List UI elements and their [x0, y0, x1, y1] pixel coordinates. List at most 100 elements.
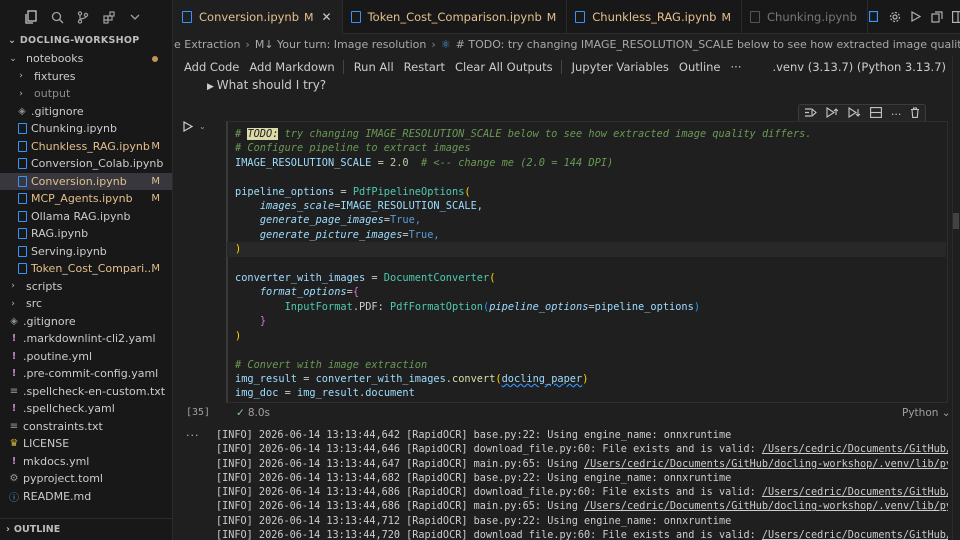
details-summary[interactable]: ▶ What should I try? [207, 78, 326, 92]
notebook-icon [16, 123, 28, 135]
file-item[interactable]: ⓘ README.md [0, 488, 172, 506]
folder-item[interactable]: › output [0, 85, 172, 103]
modified-dot-icon [152, 55, 158, 62]
run-by-line-icon[interactable] [804, 107, 817, 121]
gear-icon[interactable] [889, 11, 901, 23]
text-file-icon: ≡ [9, 420, 19, 432]
tab-chunkless-rag[interactable]: Chunkless_RAG.ipynb M [567, 0, 742, 34]
tree-item-label: output [34, 87, 71, 101]
source-control-icon[interactable] [76, 10, 90, 24]
chevron-down-icon[interactable]: ⌄ [199, 122, 206, 131]
restart-button[interactable]: Restart [404, 60, 445, 74]
yaml-icon: ! [11, 368, 17, 380]
jupyter-variables-button[interactable]: Jupyter Variables [572, 60, 669, 74]
tab-conversion[interactable]: Conversion.ipynb M ✕ [174, 0, 343, 34]
folder-item[interactable]: › fixtures [0, 68, 172, 86]
tab-chunking[interactable]: Chunking.ipynb [742, 0, 868, 34]
file-item[interactable]: MCP_Agents.ipynb M [0, 190, 172, 208]
modified-badge: M [151, 175, 160, 187]
output-line: [INFO] 2026-06-14 13:13:44,712 [RapidOCR… [216, 515, 732, 527]
search-icon[interactable] [50, 10, 64, 24]
execute-below-icon[interactable] [848, 106, 861, 121]
folder-item[interactable]: ⌄ notebooks [0, 50, 172, 68]
file-path-link[interactable]: /Users/cedric/Documents/GitHub/docling [762, 444, 948, 455]
file-path-link[interactable]: /Users/cedric/Documents/GitHub/docling-w… [584, 459, 948, 470]
file-item[interactable]: Serving.ipynb [0, 243, 172, 261]
file-item[interactable]: Ollama RAG.ipynb [0, 208, 172, 226]
folder-item[interactable]: › src [0, 295, 172, 313]
file-item[interactable]: RAG.ipynb [0, 225, 172, 243]
chevron-right-icon: › [6, 524, 10, 535]
tree-item-label: Chunkless_RAG.ipynb [31, 139, 150, 153]
add-code-button[interactable]: Add Code [184, 60, 239, 74]
close-icon[interactable]: ✕ [322, 10, 332, 24]
execute-above-icon[interactable] [826, 106, 839, 121]
file-item[interactable]: ≡ .spellcheck-en-custom.txt [0, 383, 172, 401]
tree-item-label: .gitignore [23, 314, 76, 328]
tree-item-label: README.md [23, 489, 92, 503]
notebook-icon [16, 140, 28, 152]
notebook-icon [16, 228, 28, 240]
tree-item-label: Conversion.ipynb [31, 174, 127, 188]
notebook-icon [16, 158, 28, 170]
compare-icon[interactable] [931, 10, 943, 23]
modified-badge: M [151, 140, 160, 152]
file-path-link[interactable]: /Users/cedric/Documents/GitHub/docling-w… [584, 501, 948, 512]
file-item[interactable]: ! .pre-commit-config.yaml [0, 365, 172, 383]
tab-token-cost-comparison[interactable]: Token_Cost_Comparison.ipynb M [343, 0, 568, 34]
triangle-right-icon: ▶ [207, 82, 217, 92]
file-item[interactable]: ! .poutine.yml [0, 348, 172, 366]
split-cell-icon[interactable] [869, 107, 882, 121]
notebook-icon [182, 11, 192, 23]
output-actions-icon[interactable]: ··· [186, 429, 200, 442]
tree-item-label: Chunking.ipynb [31, 122, 117, 136]
file-item[interactable]: Chunkless_RAG.ipynb M [0, 138, 172, 156]
file-tree: ⌄ notebooks › fixtures › output ◈ .gitignore Chu… [0, 50, 172, 505]
workspace-section-title[interactable]: ⌄ DOCLING-WORKSHOP [0, 34, 172, 48]
kernel-picker[interactable]: .venv (3.13.7) (Python 3.13.7) [772, 60, 946, 74]
tree-item-label: .spellcheck-en-custom.txt [23, 384, 166, 398]
file-item[interactable]: ◈ .gitignore [0, 313, 172, 331]
outline-section[interactable]: › OUTLINE [0, 518, 172, 540]
editor-scrollbar[interactable] [952, 55, 960, 540]
chevron-right-icon: › [11, 281, 15, 292]
file-item[interactable]: ! .markdownlint-cli2.yaml [0, 330, 172, 348]
cell-language-picker[interactable]: Python ⌄ [902, 407, 951, 419]
file-item[interactable]: Conversion.ipynb M [0, 172, 172, 190]
notebook-icon [16, 263, 28, 275]
split-editor-icon[interactable] [951, 10, 960, 23]
run-icon[interactable] [910, 11, 922, 23]
run-cell-icon[interactable] [183, 120, 194, 135]
notebook-icon[interactable] [868, 11, 880, 23]
file-item[interactable]: ! mkdocs.yml [0, 453, 172, 471]
outline-button[interactable]: Outline [679, 60, 721, 74]
more-icon[interactable]: ··· [891, 108, 902, 121]
scrollbar-thumb[interactable] [953, 213, 959, 229]
explorer-icon[interactable] [24, 10, 38, 24]
file-item[interactable]: Token_Cost_Compari... M [0, 260, 172, 278]
code-editor[interactable]: # TODO: try changing IMAGE_RESOLUTION_SC… [235, 127, 812, 401]
file-item[interactable]: Conversion_Colab.ipynb [0, 155, 172, 173]
run-all-button[interactable]: Run All [354, 60, 394, 74]
trash-icon[interactable] [910, 107, 920, 121]
file-item[interactable]: ♛ LICENSE [0, 435, 172, 453]
extensions-icon[interactable] [102, 10, 116, 24]
file-path-link[interactable]: /Users/cedric/Documents/GitHub/docling [762, 530, 948, 540]
more-icon[interactable]: ··· [731, 60, 742, 74]
chevron-right-icon: › [19, 88, 23, 99]
file-item[interactable]: ◈ .gitignore [0, 103, 172, 121]
clear-all-outputs-button[interactable]: Clear All Outputs [455, 60, 553, 74]
tree-item-label: .poutine.yml [23, 349, 93, 363]
add-markdown-button[interactable]: Add Markdown [249, 60, 334, 74]
file-path-link[interactable]: /Users/cedric/Documents/GitHub/docling [762, 487, 948, 498]
file-item[interactable]: ≡ constraints.txt [0, 418, 172, 436]
breadcrumb: e Extraction › M↓ Your turn: Image resol… [174, 37, 960, 51]
tree-item-label: Ollama RAG.ipynb [31, 209, 131, 223]
toolbar-divider [560, 60, 562, 74]
chevron-down-icon[interactable] [128, 10, 142, 24]
yaml-icon: ! [11, 333, 17, 345]
file-item[interactable]: ⚙ pyproject.toml [0, 470, 172, 488]
folder-item[interactable]: › scripts [0, 278, 172, 296]
file-item[interactable]: ! .spellcheck.yaml [0, 400, 172, 418]
file-item[interactable]: Chunking.ipynb [0, 120, 172, 138]
